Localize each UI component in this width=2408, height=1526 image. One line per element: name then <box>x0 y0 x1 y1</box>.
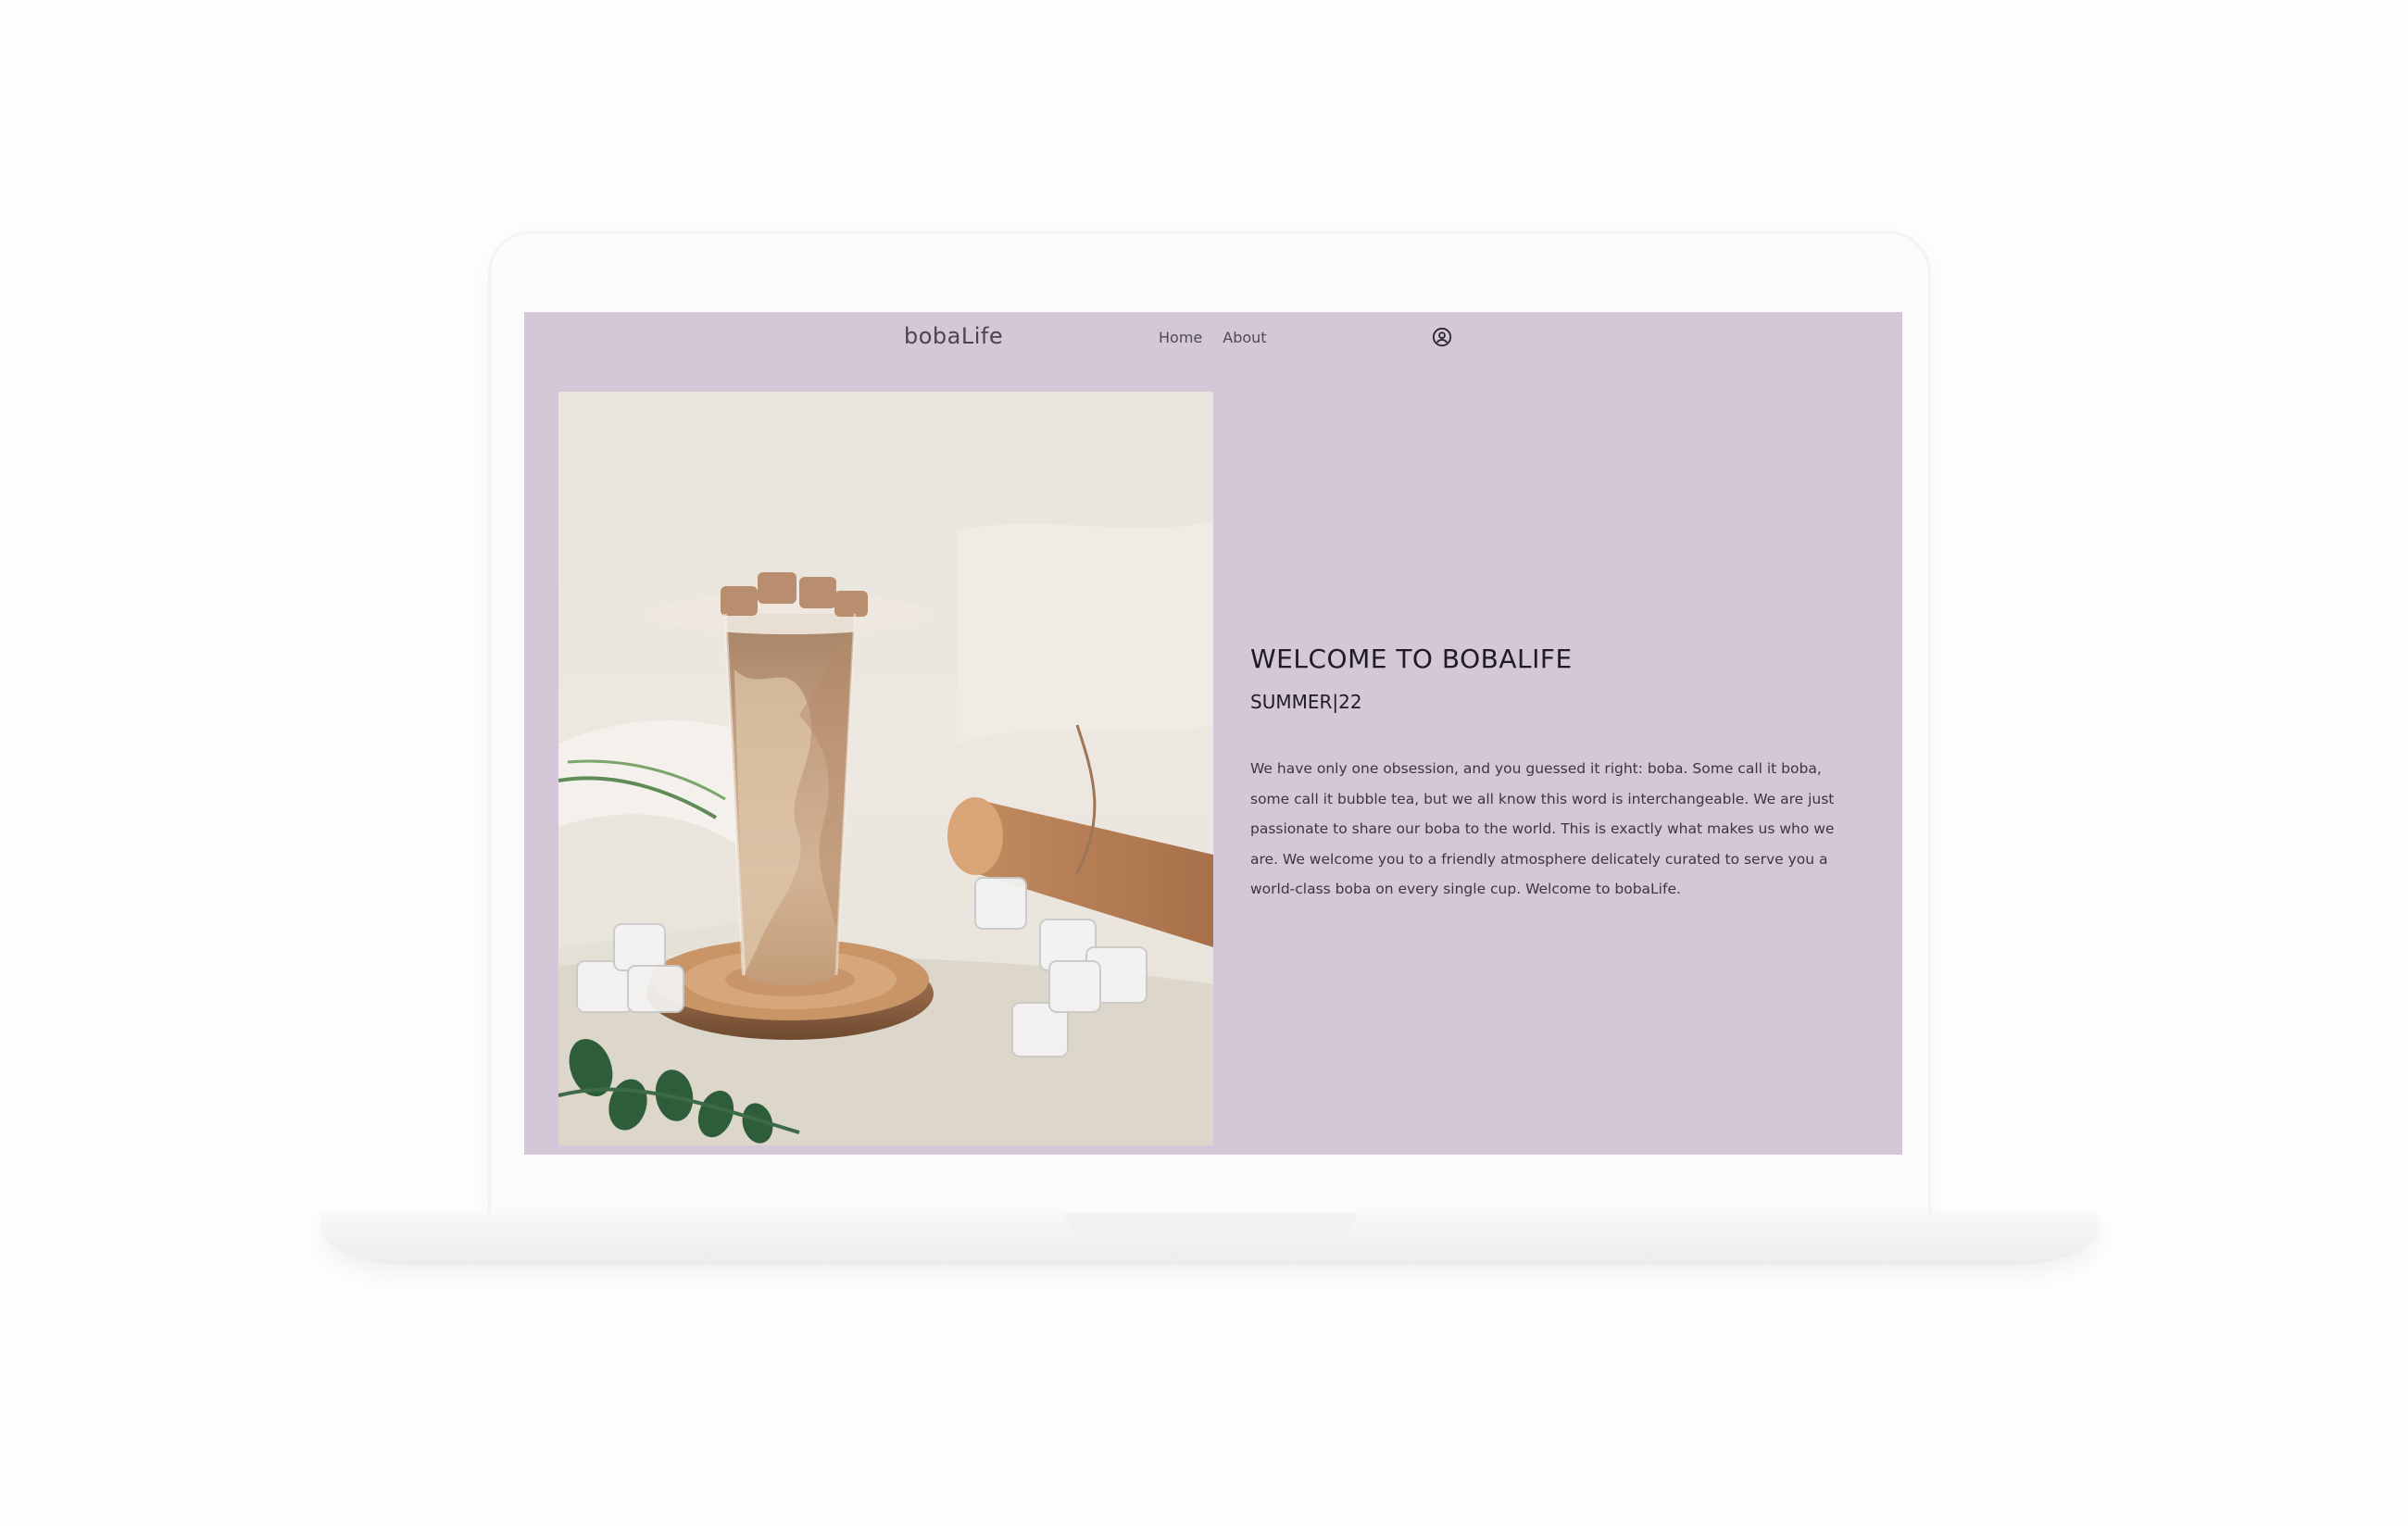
website-screen: bobaLife Home About WELCOME TO BOBALIFE … <box>524 312 1902 1155</box>
hero-description: We have only one obsession, and you gues… <box>1250 760 1835 897</box>
hero-text: WELCOME TO BOBALIFE SUMMER|22 We have on… <box>1250 644 1843 905</box>
mockup-stage: bobaLife Home About WELCOME TO BOBALIFE … <box>0 0 2408 1526</box>
brand-logo[interactable]: bobaLife <box>904 323 1003 349</box>
hero-title: WELCOME TO BOBALIFE <box>1250 644 1573 674</box>
user-circle-icon[interactable] <box>1432 327 1452 347</box>
hero-image <box>558 392 1213 1145</box>
laptop-notch <box>1065 1213 1356 1235</box>
navbar: bobaLife Home About <box>524 312 1902 369</box>
nav-links: Home About <box>1159 329 1267 346</box>
nav-link-about[interactable]: About <box>1223 329 1266 346</box>
nav-link-home[interactable]: Home <box>1159 329 1202 346</box>
hero-subtitle: SUMMER|22 <box>1250 691 1362 713</box>
boba-drink-illustration <box>558 392 1213 1145</box>
